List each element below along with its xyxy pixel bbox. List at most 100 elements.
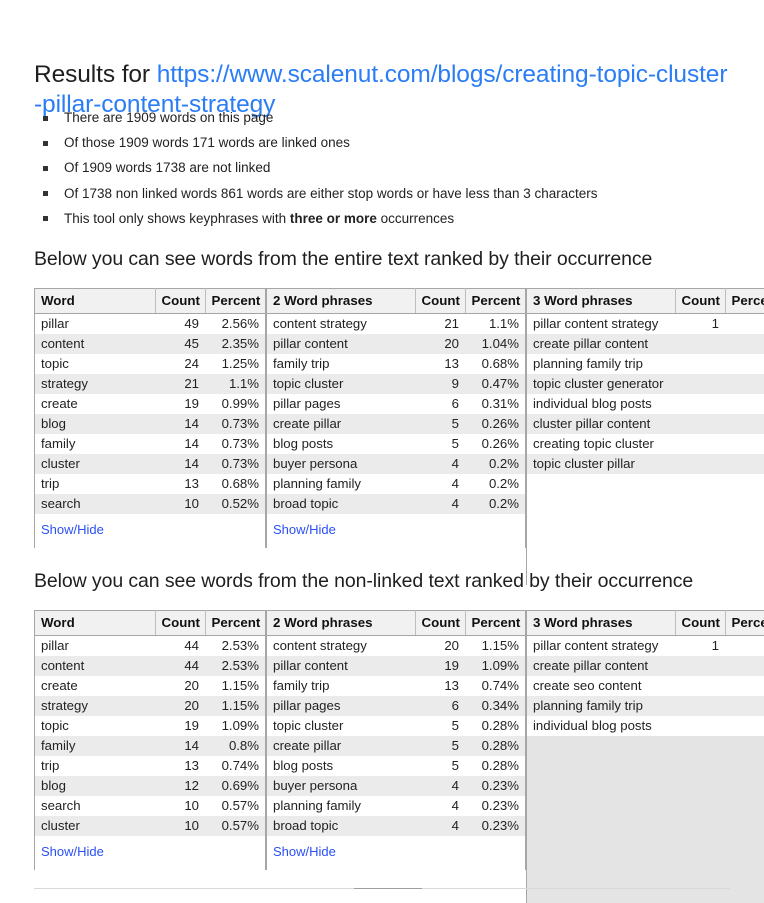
summary-fact-text: This tool only shows keyphrases with thr… <box>64 210 455 226</box>
table: 3 Word phrasesCountPercentpillar content… <box>527 288 764 474</box>
cell-percent: 0.74% <box>481 678 519 693</box>
column-header-2-word-phrases[interactable]: 2 Word phrases <box>267 288 416 314</box>
show-hide-link[interactable]: Show/Hide <box>273 522 336 537</box>
cell-percent: 0.57% <box>221 818 259 833</box>
cell-count: 19 <box>184 396 199 411</box>
table-row: trip 13 0.68% <box>35 474 265 494</box>
table-row: create pillar 5 0.28% <box>267 736 525 756</box>
square-bullet-icon <box>43 165 48 171</box>
cell-percent: 2.56% <box>221 316 259 331</box>
table-row: content 44 2.53% <box>35 656 265 676</box>
cell-count: 14 <box>184 456 199 471</box>
column-header-percent[interactable]: Percent <box>465 610 525 636</box>
cell-percent <box>725 454 764 474</box>
cell-term: topic cluster <box>273 718 344 733</box>
table-row: broad topic 4 0.2% <box>267 494 525 514</box>
column-header-count[interactable]: Count <box>415 288 466 314</box>
cell-count: 21 <box>184 376 199 391</box>
column-header-percent[interactable]: Percent <box>465 288 525 314</box>
cell-count: 4 <box>451 496 459 511</box>
table-row: trip 13 0.74% <box>35 756 265 776</box>
cell-percent: 0.57% <box>221 798 259 813</box>
column-header-count[interactable]: Count <box>415 610 466 636</box>
column-header-percent[interactable]: Percent <box>725 610 764 636</box>
footer-divider <box>34 888 730 889</box>
cell-count: 4 <box>451 818 459 833</box>
column-header-3-word-phrases[interactable]: 3 Word phrases <box>527 610 676 636</box>
column-header-word[interactable]: Word <box>35 288 156 314</box>
cell-percent: 2.53% <box>221 638 259 653</box>
results-for-label: Results for <box>34 61 157 89</box>
cell-percent: 1.09% <box>221 718 259 733</box>
cell-term: cluster pillar content <box>533 416 651 431</box>
table-row: cluster 10 0.57% <box>35 816 265 836</box>
column-header-count[interactable]: Count <box>675 288 726 314</box>
cell-count: 20 <box>184 698 199 713</box>
column-header-2-word-phrases[interactable]: 2 Word phrases <box>267 610 416 636</box>
cell-percent: 1.1% <box>228 376 259 391</box>
table-row: create pillar content <box>527 334 764 354</box>
cell-term: buyer persona <box>273 778 358 793</box>
cell-count: 14 <box>184 738 199 753</box>
cell-count: 5 <box>451 436 459 451</box>
cell-term: pillar content <box>273 336 348 351</box>
cell-term: strategy <box>41 376 88 391</box>
cell-count: 13 <box>444 356 459 371</box>
cell-percent: 1.04% <box>481 336 519 351</box>
column-header-percent[interactable]: Percent <box>725 288 764 314</box>
cell-term: content strategy <box>273 316 367 331</box>
table-row: planning family trip <box>527 696 764 716</box>
table-row: create 20 1.15% <box>35 676 265 696</box>
cell-count: 10 <box>184 496 199 511</box>
tables-non-linked-text: Word Count Percent pillar 44 2.53% content 44 2.… <box>34 610 764 903</box>
table-row: individual blog posts <box>527 716 764 736</box>
table-empty-area <box>527 474 764 585</box>
table-row: create seo content <box>527 676 764 696</box>
cell-percent <box>725 696 764 716</box>
cell-term: individual blog posts <box>533 396 652 411</box>
cell-term: pillar pages <box>273 396 341 411</box>
cell-term: topic cluster generator <box>533 376 664 391</box>
table-row: topic cluster 5 0.28% <box>267 716 525 736</box>
column-header-percent[interactable]: Percent <box>205 610 265 636</box>
column-header-percent[interactable]: Percent <box>205 288 265 314</box>
cell-percent: 1.25% <box>221 356 259 371</box>
cell-count: 4 <box>451 456 459 471</box>
cell-term: buyer persona <box>273 456 358 471</box>
cell-percent: 1.15% <box>481 638 519 653</box>
show-hide-link[interactable]: Show/Hide <box>41 844 104 859</box>
cell-term: content <box>41 336 85 351</box>
cell-percent <box>725 656 764 676</box>
cell-count: 4 <box>451 778 459 793</box>
square-bullet-icon <box>43 191 48 197</box>
cell-count: 44 <box>184 638 199 653</box>
cell-count: 49 <box>184 316 199 331</box>
column-header-count[interactable]: Count <box>155 288 206 314</box>
show-hide-link[interactable]: Show/Hide <box>273 844 336 859</box>
cell-term: create <box>41 396 78 411</box>
show-hide-link[interactable]: Show/Hide <box>41 522 104 537</box>
show-hide-row: Show/Hide <box>267 836 525 870</box>
cell-count: 5 <box>451 758 459 773</box>
cell-percent <box>725 434 764 454</box>
cell-count: 5 <box>451 738 459 753</box>
cell-term: planning family trip <box>533 356 643 371</box>
cell-percent <box>725 314 764 335</box>
cell-percent: 0.23% <box>481 798 519 813</box>
table-row: creating topic cluster <box>527 434 764 454</box>
table-row: pillar pages 6 0.34% <box>267 696 525 716</box>
cell-count: 6 <box>451 698 459 713</box>
table-row: topic 19 1.09% <box>35 716 265 736</box>
cell-count: 20 <box>444 638 459 653</box>
column-header-word[interactable]: Word <box>35 610 156 636</box>
cell-percent: 0.68% <box>221 476 259 491</box>
cell-term: content <box>41 658 85 673</box>
cell-term: create pillar content <box>533 336 649 351</box>
column-header-count[interactable]: Count <box>675 610 726 636</box>
cell-percent: 1.09% <box>481 658 519 673</box>
table-row: pillar content 19 1.09% <box>267 656 525 676</box>
table-row: pillar pages 6 0.31% <box>267 394 525 414</box>
column-header-3-word-phrases[interactable]: 3 Word phrases <box>527 288 676 314</box>
cell-percent <box>725 374 764 394</box>
column-header-count[interactable]: Count <box>155 610 206 636</box>
